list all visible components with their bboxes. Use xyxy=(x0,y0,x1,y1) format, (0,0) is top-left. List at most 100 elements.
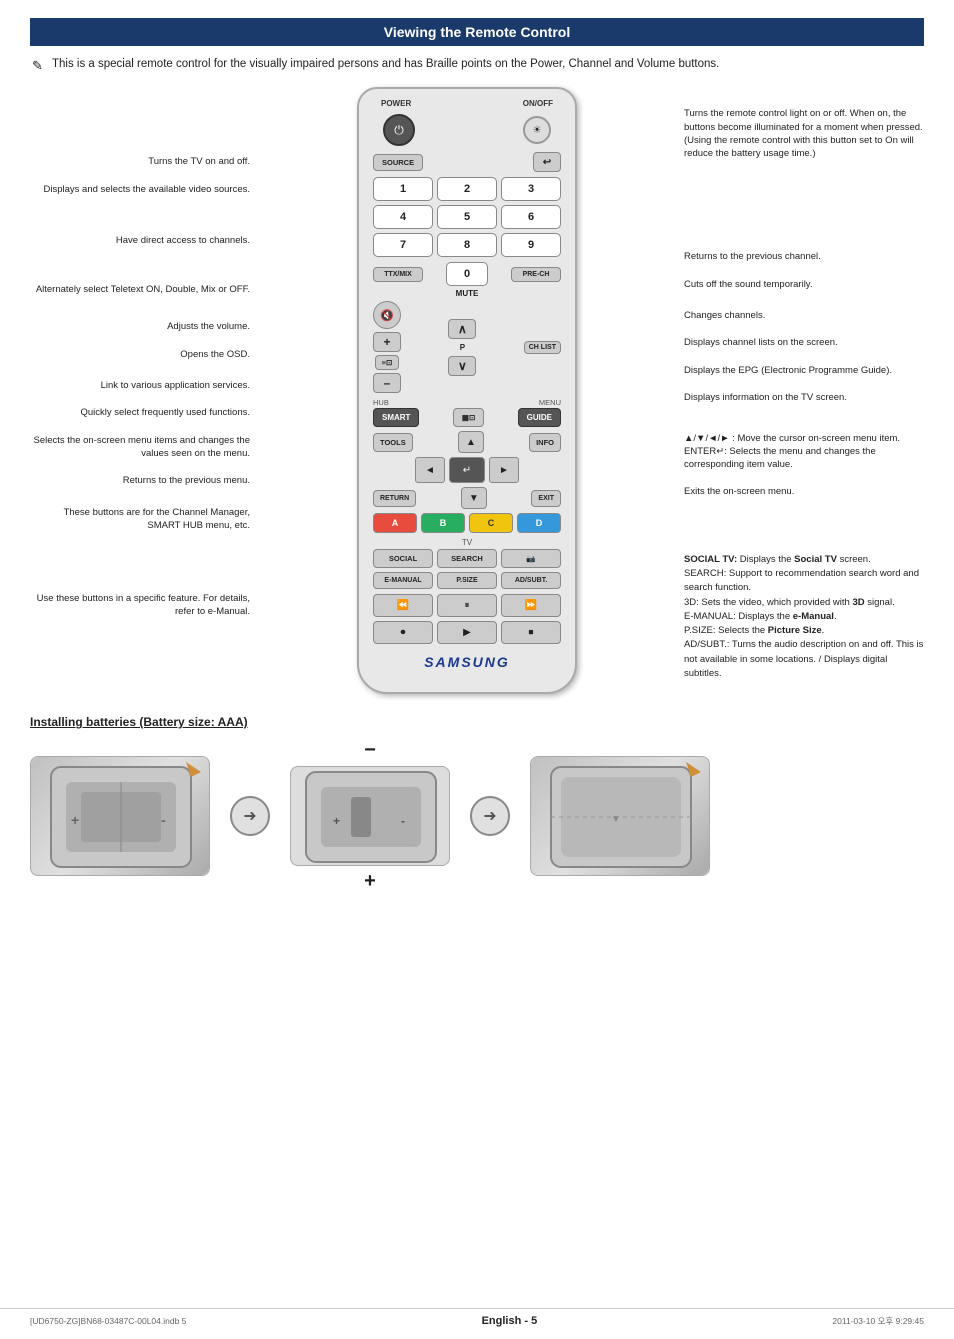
hub-label: HUB xyxy=(373,398,389,407)
battery-img-3: ▼ xyxy=(530,756,710,876)
btn-0[interactable]: 0 xyxy=(446,262,488,286)
return-row: RETURN ▼ EXIT xyxy=(373,487,561,509)
up-button[interactable]: ▲ xyxy=(458,431,484,453)
ann-chchange: Changes channels. xyxy=(684,309,924,322)
ann-chlist-r: Displays channel lists on the screen. xyxy=(684,336,924,349)
media-row1: ⏪ ⏸ ⏩ xyxy=(373,594,561,617)
emanual-row: E-MANUAL P.SIZE AD/SUBT. xyxy=(373,572,561,589)
back-button[interactable]: ↩ xyxy=(533,152,561,172)
pause-button[interactable]: ⏸ xyxy=(437,594,497,617)
chlist-col: CH LIST xyxy=(524,341,561,354)
stop-button[interactable]: ⏹ xyxy=(501,621,561,644)
btn-2[interactable]: 2 xyxy=(437,177,497,201)
btn-b[interactable]: B xyxy=(421,513,465,533)
rewind-button[interactable]: ⏪ xyxy=(373,594,433,617)
tools-button[interactable]: TOOLS xyxy=(373,433,413,452)
btn-d[interactable]: D xyxy=(517,513,561,533)
btn-3[interactable]: 3 xyxy=(501,177,561,201)
footer-left: [UD6750-ZG]BN68-03487C-00L04.indb 5 xyxy=(30,1316,186,1326)
hub-menu-labels: HUB MENU xyxy=(373,398,561,407)
smart-button[interactable]: SMART xyxy=(373,408,419,427)
source-button[interactable]: SOURCE xyxy=(373,154,423,171)
arrow-1: ➜ xyxy=(230,796,270,836)
battery-insert-group: − + - + xyxy=(290,739,450,893)
svg-text:+: + xyxy=(71,812,79,828)
ann-power: Turns the TV on and off. xyxy=(30,155,250,168)
footer-center: English - 5 xyxy=(482,1315,538,1327)
ann-tools: Quickly select frequently used functions… xyxy=(30,406,250,419)
fastforward-button[interactable]: ⏩ xyxy=(501,594,561,617)
vol-up-button[interactable]: + xyxy=(373,332,401,352)
ann-social-r: SOCIAL TV: Displays the Social TV screen… xyxy=(684,539,924,682)
power-label: POWER xyxy=(381,99,411,108)
btn-7[interactable]: 7 xyxy=(373,233,433,257)
left-button[interactable]: ◄ xyxy=(415,457,445,483)
btn-9[interactable]: 9 xyxy=(501,233,561,257)
enter-button[interactable]: ↵ xyxy=(449,457,485,483)
media-row2: ⏺ ▶ ⏹ xyxy=(373,621,561,644)
vol-down-button[interactable]: – xyxy=(373,373,401,393)
ann-prech: Returns to the previous channel. xyxy=(684,250,924,263)
volume-column: 🔇 + ≡⊡ – xyxy=(373,301,401,393)
emanual-button[interactable]: E-MANUAL xyxy=(373,572,433,589)
footer: [UD6750-ZG]BN68-03487C-00L04.indb 5 Engl… xyxy=(0,1308,954,1327)
btn-5[interactable]: 5 xyxy=(437,205,497,229)
ann-epg: Displays the EPG (Electronic Programme G… xyxy=(684,364,924,377)
smart-row: SMART ▦⊡ GUIDE xyxy=(373,408,561,427)
ann-channels: Have direct access to channels. xyxy=(30,234,250,247)
btn-1[interactable]: 1 xyxy=(373,177,433,201)
ann-source: Displays and selects the available video… xyxy=(30,183,250,196)
btn-c[interactable]: C xyxy=(469,513,513,533)
guide-button[interactable]: GUIDE xyxy=(518,408,561,427)
page-title: Viewing the Remote Control xyxy=(30,18,924,46)
intro-text: This is a special remote control for the… xyxy=(30,56,924,73)
ann-applink: Link to various application services. xyxy=(30,379,250,392)
search-button[interactable]: SEARCH xyxy=(437,549,497,568)
svg-text:+: + xyxy=(333,814,340,828)
ch-center: ∧ P ∨ xyxy=(448,319,476,376)
abcd-row: A B C D xyxy=(373,513,561,533)
psize-button[interactable]: P.SIZE xyxy=(437,572,497,589)
ann-onoff: Turns the remote control light on or off… xyxy=(684,107,924,160)
numpad: 1 2 3 4 5 6 7 8 9 xyxy=(373,177,561,257)
prech-button[interactable]: PRE-CH xyxy=(511,267,561,282)
record-button[interactable]: ⏺ xyxy=(373,621,433,644)
right-button[interactable]: ► xyxy=(489,457,519,483)
dpad-row: ◄ ↵ ► xyxy=(373,457,561,483)
onoff-button[interactable]: ☀ xyxy=(523,116,551,144)
ttx-button[interactable]: TTX/MIX xyxy=(373,267,423,282)
ch-down-button[interactable]: ∨ xyxy=(448,356,476,376)
adsubt-button[interactable]: AD/SUBT. xyxy=(501,572,561,589)
ann-media: Use these buttons in a specific feature.… xyxy=(30,592,250,619)
hub-icon-button[interactable]: ▦⊡ xyxy=(453,408,484,427)
btn-8[interactable]: 8 xyxy=(437,233,497,257)
arrow-2: ➜ xyxy=(470,796,510,836)
annotations-right: Turns the remote control light on or off… xyxy=(684,87,924,695)
svg-text:-: - xyxy=(401,814,405,828)
return-button[interactable]: RETURN xyxy=(373,490,416,507)
down-button[interactable]: ▼ xyxy=(461,487,487,509)
batteries-title: Installing batteries (Battery size: AAA) xyxy=(30,715,924,729)
threed-button[interactable]: 📷 xyxy=(501,549,561,568)
vol-tv-button[interactable]: ≡⊡ xyxy=(375,355,400,370)
btn-4[interactable]: 4 xyxy=(373,205,433,229)
ch-up-button[interactable]: ∧ xyxy=(448,319,476,339)
chlist-button[interactable]: CH LIST xyxy=(524,341,561,354)
svg-text:-: - xyxy=(161,812,166,828)
ann-navigate: ▲/▼/◄/► : Move the cursor on-screen menu… xyxy=(684,418,924,471)
info-button[interactable]: INFO xyxy=(529,433,561,452)
p-label: P xyxy=(460,343,465,352)
remote-control: POWER ON/OFF ⏻ ☀ SOURCE ↩ 1 2 3 xyxy=(352,87,582,694)
btn-a[interactable]: A xyxy=(373,513,417,533)
exit-button[interactable]: EXIT xyxy=(531,490,561,507)
samsung-logo: SAMSUNG xyxy=(373,654,561,670)
play-button[interactable]: ▶ xyxy=(437,621,497,644)
vol-ch-area: 🔇 + ≡⊡ – ∧ P ∨ CH LIST xyxy=(373,301,561,393)
batteries-section: Installing batteries (Battery size: AAA)… xyxy=(0,715,954,893)
social-button[interactable]: SOCIAL xyxy=(373,549,433,568)
mute-button[interactable]: 🔇 xyxy=(373,301,401,329)
power-button[interactable]: ⏻ xyxy=(383,114,415,146)
ttx-row: TTX/MIX 0 PRE-CH xyxy=(373,262,561,286)
plus-sign: + xyxy=(364,870,376,893)
btn-6[interactable]: 6 xyxy=(501,205,561,229)
